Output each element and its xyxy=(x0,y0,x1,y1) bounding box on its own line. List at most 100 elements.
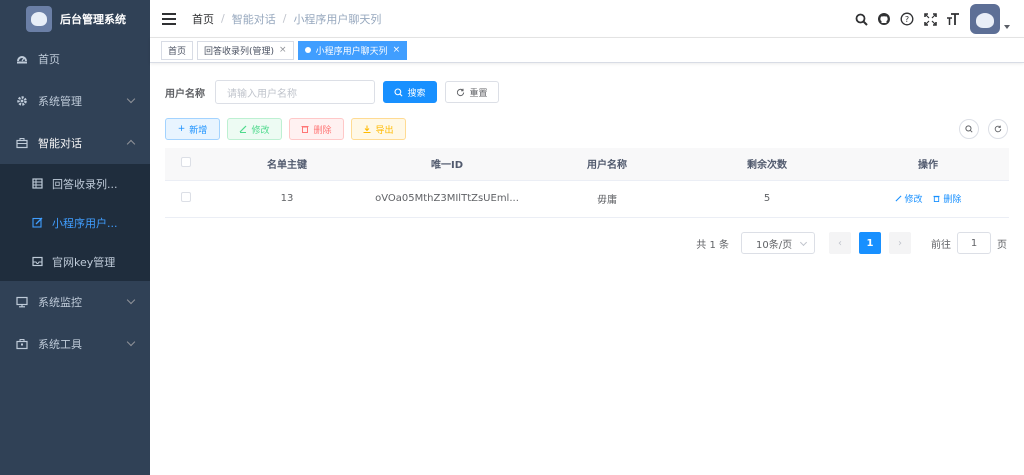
trash-icon xyxy=(933,195,940,202)
tag-mini-program-users[interactable]: 小程序用户聊天列 × xyxy=(297,40,408,60)
table-icon xyxy=(32,178,43,189)
monitor-icon xyxy=(16,296,28,308)
delete-button-label: 删除 xyxy=(313,125,332,136)
table-row[interactable]: 13 oVOa05MthZ3MIlTtZsUEml... 毋庸 5 修改 删除 xyxy=(165,180,1009,218)
export-button[interactable]: 导出 xyxy=(351,118,406,140)
search-icon[interactable] xyxy=(854,12,868,26)
add-button-label: 新增 xyxy=(189,125,208,136)
breadcrumb-item[interactable]: 首页 xyxy=(192,11,214,27)
question-icon[interactable]: ? xyxy=(900,12,914,26)
tags-view: 首页 回答收录列(管理) × 小程序用户聊天列 × xyxy=(150,38,1024,63)
sidebar-item-website-key[interactable]: 官网key管理 xyxy=(0,242,150,281)
sidebar-item-system-monitor[interactable]: 系统监控 xyxy=(0,281,150,323)
sidebar-item-smart-dialog[interactable]: 智能对话 xyxy=(0,122,150,164)
sidebar-item-label: 首页 xyxy=(38,53,60,66)
close-icon[interactable]: × xyxy=(279,45,287,55)
main-content: 用户名称 请输入用户名称 搜索 重置 + 新增 修改 删除 导出 名单主键 唯一… xyxy=(150,64,1024,475)
refresh-icon xyxy=(994,125,1002,133)
chevron-up-icon xyxy=(126,139,136,149)
chevron-down-icon xyxy=(126,94,136,104)
avatar[interactable] xyxy=(970,4,1000,34)
navbar: 首页 / 智能对话 / 小程序用户聊天列 ? xyxy=(150,0,1024,38)
chevron-down-icon xyxy=(126,295,136,305)
sidebar-item-label: 小程序用户... xyxy=(52,216,118,230)
column-header: 操作 xyxy=(847,148,1009,181)
goto-suffix: 页 xyxy=(997,239,1007,251)
briefcase-icon xyxy=(16,138,28,149)
refresh-button[interactable] xyxy=(988,119,1008,139)
sidebar-item-label: 系统管理 xyxy=(38,95,82,108)
breadcrumb-item: 小程序用户聊天列 xyxy=(293,12,382,26)
goto-label: 前往 xyxy=(931,239,951,251)
app-root: 后台管理系统 首页 系统管理 智能对话 回答收录列... 小程序用户... 官网… xyxy=(0,0,1024,475)
page-number[interactable]: 1 xyxy=(859,232,881,254)
logo[interactable]: 后台管理系统 xyxy=(0,0,150,38)
caret-down-icon[interactable] xyxy=(1004,25,1010,29)
toolbox-icon xyxy=(16,339,28,350)
username-input[interactable]: 请输入用户名称 xyxy=(215,80,375,104)
edit-icon xyxy=(32,217,43,228)
search-icon xyxy=(394,87,403,96)
select-all-checkbox[interactable] xyxy=(181,157,191,168)
tag-label: 小程序用户聊天列 xyxy=(315,46,388,57)
sidebar-item-label: 系统工具 xyxy=(38,338,82,351)
username-label: 用户名称 xyxy=(165,88,205,100)
active-dot xyxy=(304,47,311,53)
sidebar: 后台管理系统 首页 系统管理 智能对话 回答收录列... 小程序用户... 官网… xyxy=(0,0,150,475)
breadcrumb-item: 智能对话 xyxy=(231,12,276,26)
toggle-search-button[interactable] xyxy=(959,119,979,139)
table-header-row: 名单主键 唯一ID 用户名称 剩余次数 操作 xyxy=(165,148,1009,181)
sidebar-item-answer-list[interactable]: 回答收录列... xyxy=(0,164,150,203)
gear-icon xyxy=(17,96,27,106)
edit-button[interactable]: 修改 xyxy=(227,118,282,140)
sidebar-item-system-tools[interactable]: 系统工具 xyxy=(0,323,150,365)
sidebar-item-mini-program-users[interactable]: 小程序用户... xyxy=(0,203,150,242)
close-icon[interactable]: × xyxy=(393,45,401,55)
cell-remaining: 5 xyxy=(687,180,847,218)
tag-label: 回答收录列(管理) xyxy=(204,46,275,57)
column-header: 名单主键 xyxy=(207,148,367,181)
sidebar-item-label: 回答收录列... xyxy=(52,177,118,191)
row-checkbox[interactable] xyxy=(181,192,191,202)
message-icon xyxy=(32,256,43,267)
prev-page-button[interactable]: ‹ xyxy=(829,232,851,254)
sidebar-item-label: 智能对话 xyxy=(38,137,82,150)
edit-button-label: 修改 xyxy=(251,125,270,136)
tag-answer-list[interactable]: 回答收录列(管理) × xyxy=(197,40,294,60)
next-page-button[interactable]: › xyxy=(889,232,911,254)
row-delete-label: 删除 xyxy=(943,195,962,205)
tag-label: 首页 xyxy=(168,46,187,57)
delete-button[interactable]: 删除 xyxy=(289,118,344,140)
github-icon[interactable] xyxy=(877,12,891,26)
page-size-select[interactable]: 10条/页 xyxy=(741,232,815,254)
refresh-icon xyxy=(457,88,465,96)
sidebar-item-system-management[interactable]: 系统管理 xyxy=(0,80,150,122)
font-size-icon[interactable] xyxy=(946,12,960,26)
tag-home[interactable]: 首页 xyxy=(161,40,194,60)
breadcrumb-separator: / xyxy=(221,12,225,25)
select-cell xyxy=(165,180,207,218)
chevron-down-icon xyxy=(126,337,136,347)
submenu: 回答收录列... 小程序用户... 官网key管理 xyxy=(0,164,150,281)
goto-page-input[interactable]: 1 xyxy=(957,232,991,254)
hamburger-icon[interactable] xyxy=(162,12,176,25)
row-edit-link[interactable]: 修改 xyxy=(895,195,926,205)
dashboard-icon xyxy=(17,56,27,64)
edit-icon xyxy=(240,125,247,133)
sidebar-item-label: 系统监控 xyxy=(38,296,82,309)
sidebar-item-home[interactable]: 首页 xyxy=(0,38,150,80)
row-edit-label: 修改 xyxy=(904,195,923,205)
search-button-label: 搜索 xyxy=(407,88,426,99)
column-header: 唯一ID xyxy=(367,148,527,181)
row-delete-link[interactable]: 删除 xyxy=(933,195,961,205)
search-button[interactable]: 搜索 xyxy=(383,81,437,103)
pagination-total: 共 1 条 xyxy=(696,239,729,251)
svg-text:?: ? xyxy=(905,15,909,24)
app-title: 后台管理系统 xyxy=(60,13,126,26)
cell-name: 毋庸 xyxy=(527,180,687,218)
reset-button[interactable]: 重置 xyxy=(445,81,499,103)
column-header: 剩余次数 xyxy=(687,148,847,181)
add-button[interactable]: + 新增 xyxy=(165,118,220,140)
fullscreen-icon[interactable] xyxy=(923,12,937,26)
right-menu: ? xyxy=(845,0,1010,38)
